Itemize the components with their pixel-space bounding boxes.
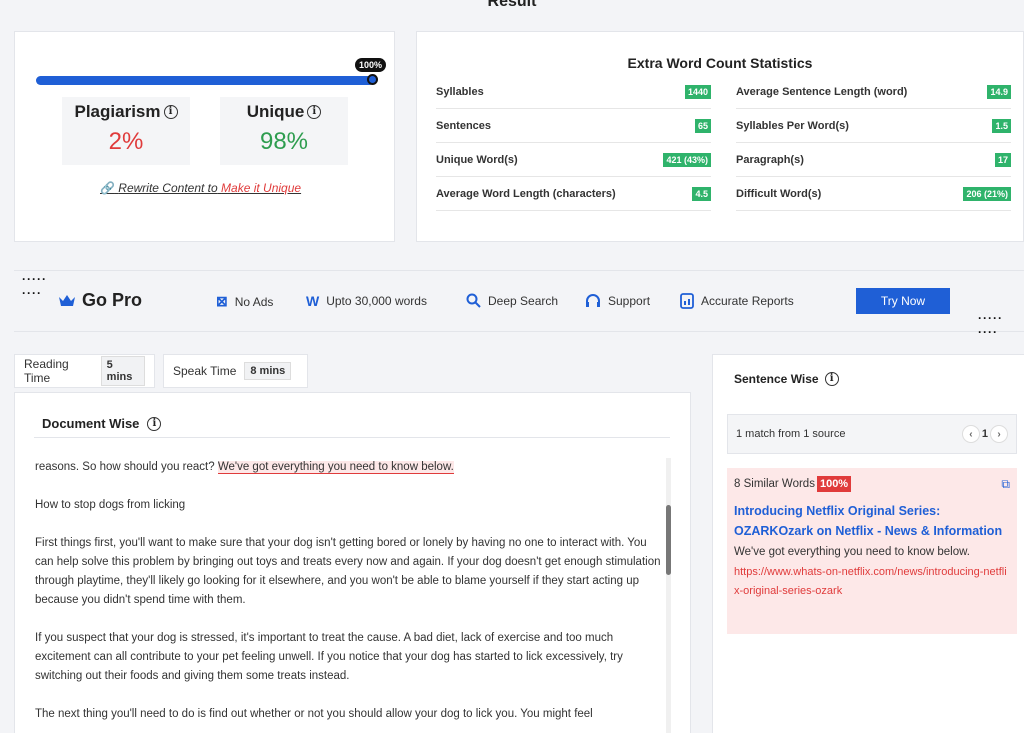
info-icon[interactable]: i: [163, 105, 178, 119]
stat-badge: 1.5: [992, 118, 1011, 133]
external-link-icon[interactable]: ⧉: [1001, 477, 1010, 492]
make-unique-link[interactable]: Make it Unique: [221, 181, 301, 195]
gopro-title: Go Pro: [58, 290, 142, 311]
feature-no-ads: ⊠ No Ads: [216, 293, 274, 309]
unique-value: 98%: [259, 128, 309, 155]
scrollbar-thumb[interactable]: [666, 505, 671, 575]
reading-time-tab[interactable]: Reading Time 5 mins: [14, 354, 155, 388]
page-number: 1: [981, 428, 988, 440]
similar-percent-badge: 100%: [816, 476, 852, 492]
stat-badge: 4.5: [692, 186, 711, 201]
stat-badge: 421 (43%): [663, 152, 711, 167]
stats-title: Extra Word Count Statistics: [627, 55, 813, 71]
speak-time-tab[interactable]: Speak Time 8 mins: [163, 354, 308, 388]
speak-time-value: 8 mins: [244, 362, 292, 380]
headphones-icon: [586, 294, 600, 307]
rewrite-text: Rewrite Content to: [118, 181, 218, 195]
feature-reports: Accurate Reports: [680, 293, 794, 309]
stat-row: Syllables 1440: [436, 75, 711, 109]
paragraph: How to stop dogs from licking: [35, 499, 186, 511]
crown-icon: [59, 294, 75, 306]
pager: ‹ 1 ›: [961, 425, 1008, 443]
feature-support: Support: [585, 293, 650, 308]
paragraph: The next thing you'll need to do is find…: [35, 708, 593, 720]
chevron-left-icon[interactable]: ‹: [961, 425, 980, 443]
try-now-button[interactable]: Try Now: [856, 288, 950, 314]
decor-dots: ····· ····: [22, 272, 47, 300]
progress-handle: [367, 74, 378, 85]
unique-label: Unique: [246, 102, 305, 121]
stat-row: Average Sentence Length (word) 14.9: [736, 75, 1011, 109]
decor-dots: ····· ····: [978, 311, 1003, 339]
similar-source-card: 8 Similar Words 100% ⧉ Introducing Netfl…: [727, 468, 1017, 634]
feature-deep-search: Deep Search: [466, 293, 558, 308]
stat-row: Paragraph(s) 17: [736, 143, 1011, 177]
highlighted-sentence[interactable]: We've got everything you need to know be…: [217, 461, 454, 474]
info-icon[interactable]: i: [307, 105, 322, 119]
word-icon: W: [306, 293, 320, 309]
reading-time-value: 5 mins: [100, 356, 145, 386]
source-title-link[interactable]: Introducing Netflix Original Series: OZA…: [734, 501, 1010, 541]
divider: [34, 437, 670, 438]
stat-badge: 65: [694, 118, 711, 133]
stat-badge: 14.9: [987, 84, 1011, 99]
stat-badge: 17: [994, 152, 1011, 167]
progress-badge: 100%: [355, 58, 387, 72]
plagiarism-box: Plagiarism i 2%: [62, 97, 190, 165]
similar-words-label: 8 Similar Words: [734, 478, 815, 490]
search-icon: [466, 293, 481, 308]
match-summary: 1 match from 1 source ‹ 1 ›: [727, 414, 1017, 454]
stat-badge: 1440: [684, 84, 711, 99]
progress-fill: [36, 76, 374, 85]
rewrite-link[interactable]: 🔗 Rewrite Content to Make it Unique: [100, 181, 301, 195]
source-url[interactable]: https://www.whats-on-netflix.com/news/in…: [734, 563, 1010, 601]
stat-row: Sentences 65: [436, 109, 711, 143]
document-title: Document Wise i: [42, 416, 162, 431]
sentence-wise-title: Sentence Wise i: [734, 372, 839, 386]
plagiarism-value: 2%: [108, 128, 144, 155]
feature-words: W Upto 30,000 words: [306, 293, 427, 309]
link-icon: 🔗: [100, 181, 115, 195]
stat-badge: 206 (21%): [963, 186, 1011, 201]
stat-row: Average Word Length (characters) 4.5: [436, 177, 711, 211]
ad-block-icon: ⊠: [216, 293, 228, 309]
result-title: Result: [487, 0, 537, 10]
scrollbar-track[interactable]: [666, 458, 671, 733]
stat-row: Syllables Per Word(s) 1.5: [736, 109, 1011, 143]
document-text: reasons. So how should you react? We've …: [35, 458, 661, 733]
stat-row: Unique Word(s) 421 (43%): [436, 143, 711, 177]
stat-row: Difficult Word(s) 206 (21%): [736, 177, 1011, 211]
report-icon: [680, 293, 694, 309]
unique-box: Unique i 98%: [220, 97, 348, 165]
info-icon[interactable]: i: [824, 372, 839, 386]
progress-bar: [36, 76, 374, 85]
source-text: We've got everything you need to know be…: [734, 546, 970, 558]
plagiarism-label: Plagiarism: [74, 102, 161, 121]
chevron-right-icon[interactable]: ›: [990, 425, 1008, 443]
info-icon[interactable]: i: [147, 416, 162, 431]
paragraph: If you suspect that your dog is stressed…: [35, 632, 623, 682]
paragraph: First things first, you'll want to make …: [35, 537, 661, 606]
